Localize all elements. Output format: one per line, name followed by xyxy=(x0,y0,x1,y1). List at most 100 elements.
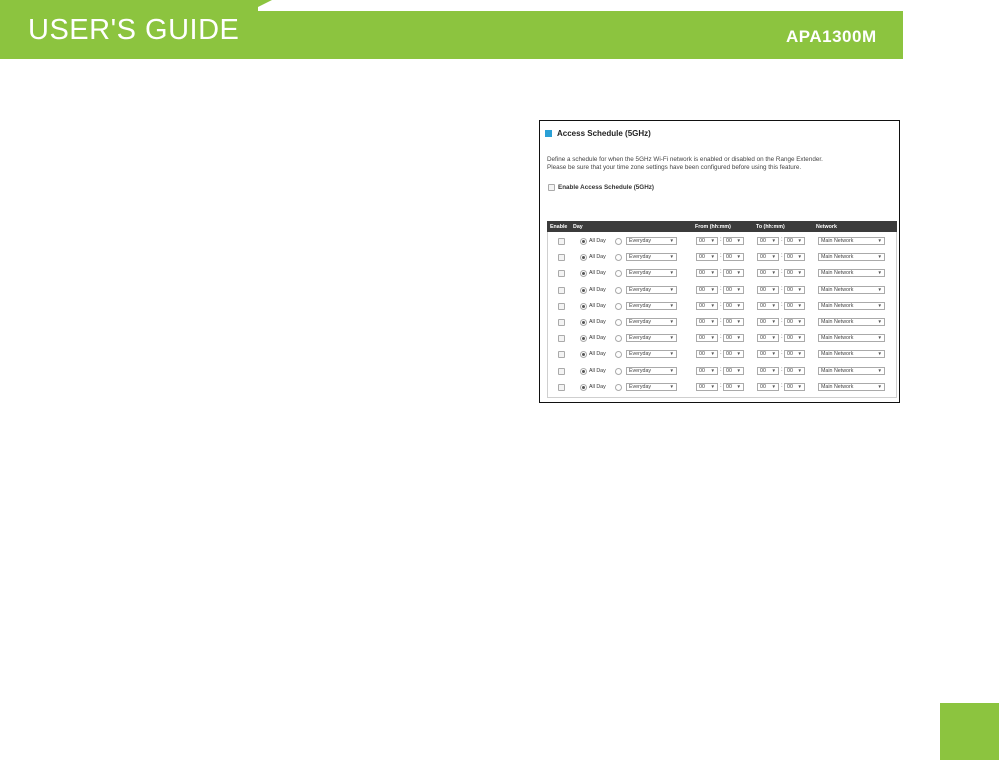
to-hour-select[interactable]: 00 ▼ xyxy=(757,350,779,359)
row-enable-checkbox[interactable] xyxy=(558,383,565,391)
to-hour-select[interactable]: 00 ▼ xyxy=(757,269,779,278)
day-select-radio[interactable] xyxy=(615,238,622,245)
day-select-radio[interactable] xyxy=(615,351,622,359)
network-select[interactable]: Main Network ▼ xyxy=(818,334,885,343)
day-select-radio[interactable] xyxy=(615,318,622,326)
all-day-radio[interactable] xyxy=(580,318,587,326)
all-day-radio[interactable] xyxy=(580,302,587,310)
from-minute-select[interactable]: 00 ▼ xyxy=(723,382,744,391)
chevron-down-icon: ▼ xyxy=(736,367,741,373)
day-select[interactable]: Everyday ▼ xyxy=(626,269,677,278)
to-minute-select[interactable]: 00 ▼ xyxy=(784,382,805,391)
day-select[interactable]: Everyday ▼ xyxy=(626,253,677,262)
row-enable-checkbox[interactable] xyxy=(558,335,565,343)
all-day-radio[interactable] xyxy=(580,270,587,278)
to-hour-select[interactable]: 00 ▼ xyxy=(757,237,779,245)
network-select[interactable]: Main Network ▼ xyxy=(818,253,885,262)
to-minute-select[interactable]: 00 ▼ xyxy=(784,253,805,262)
from-hour-select[interactable]: 00 ▼ xyxy=(696,301,718,310)
day-select-radio[interactable] xyxy=(615,254,622,262)
from-minute-value: 00 xyxy=(726,367,732,374)
network-select[interactable]: Main Network ▼ xyxy=(818,366,885,375)
day-select[interactable]: Everyday ▼ xyxy=(626,301,677,310)
chevron-down-icon: ▼ xyxy=(736,302,741,308)
to-minute-select[interactable]: 00 ▼ xyxy=(784,366,805,375)
to-hour-select[interactable]: 00 ▼ xyxy=(757,334,779,343)
from-minute-select[interactable]: 00 ▼ xyxy=(723,366,744,375)
from-minute-select[interactable]: 00 ▼ xyxy=(723,285,744,294)
to-hour-select[interactable]: 00 ▼ xyxy=(757,285,779,294)
day-select-radio[interactable] xyxy=(615,302,622,310)
from-hour-select[interactable]: 00 ▼ xyxy=(696,317,718,326)
chevron-down-icon: ▼ xyxy=(710,318,715,324)
from-hour-select[interactable]: 00 ▼ xyxy=(696,269,718,278)
row-enable-checkbox[interactable] xyxy=(558,270,565,278)
table-row: All Day Everyday ▼ 00 ▼ : 00 ▼ 00 ▼ : 00… xyxy=(548,250,896,266)
day-select[interactable]: Everyday ▼ xyxy=(626,366,677,375)
network-select[interactable]: Main Network ▼ xyxy=(818,285,885,294)
day-select[interactable]: Everyday ▼ xyxy=(626,350,677,359)
row-enable-checkbox[interactable] xyxy=(558,367,565,375)
to-minute-select[interactable]: 00 ▼ xyxy=(784,317,805,326)
row-enable-checkbox[interactable] xyxy=(558,302,565,310)
all-day-radio[interactable] xyxy=(580,254,587,262)
network-select[interactable]: Main Network ▼ xyxy=(818,269,885,278)
from-hour-select[interactable]: 00 ▼ xyxy=(696,382,718,391)
from-minute-select[interactable]: 00 ▼ xyxy=(723,253,744,262)
day-select-radio[interactable] xyxy=(615,383,622,391)
enable-access-schedule-checkbox[interactable] xyxy=(548,184,555,191)
all-day-radio[interactable] xyxy=(580,367,587,375)
row-enable-checkbox[interactable] xyxy=(558,318,565,326)
to-minute-select[interactable]: 00 ▼ xyxy=(784,334,805,343)
day-select[interactable]: Everyday ▼ xyxy=(626,237,677,245)
to-minute-select[interactable]: 00 ▼ xyxy=(784,237,805,245)
day-select[interactable]: Everyday ▼ xyxy=(626,334,677,343)
from-minute-select[interactable]: 00 ▼ xyxy=(723,301,744,310)
to-hour-select[interactable]: 00 ▼ xyxy=(757,382,779,391)
all-day-radio[interactable] xyxy=(580,351,587,359)
from-minute-value: 00 xyxy=(726,286,732,293)
to-hour-select[interactable]: 00 ▼ xyxy=(757,366,779,375)
from-minute-select[interactable]: 00 ▼ xyxy=(723,334,744,343)
from-minute-select[interactable]: 00 ▼ xyxy=(723,350,744,359)
day-select[interactable]: Everyday ▼ xyxy=(626,382,677,391)
all-day-radio[interactable] xyxy=(580,238,587,245)
to-minute-select[interactable]: 00 ▼ xyxy=(784,285,805,294)
day-select[interactable]: Everyday ▼ xyxy=(626,317,677,326)
network-value: Main Network xyxy=(821,302,854,309)
row-enable-checkbox[interactable] xyxy=(558,286,565,294)
from-hour-select[interactable]: 00 ▼ xyxy=(696,350,718,359)
network-select[interactable]: Main Network ▼ xyxy=(818,350,885,359)
network-select[interactable]: Main Network ▼ xyxy=(818,301,885,310)
to-hour-select[interactable]: 00 ▼ xyxy=(757,253,779,262)
to-hour-select[interactable]: 00 ▼ xyxy=(757,317,779,326)
from-hour-select[interactable]: 00 ▼ xyxy=(696,253,718,262)
all-day-radio[interactable] xyxy=(580,286,587,294)
day-select[interactable]: Everyday ▼ xyxy=(626,285,677,294)
from-minute-select[interactable]: 00 ▼ xyxy=(723,269,744,278)
all-day-radio[interactable] xyxy=(580,383,587,391)
from-minute-select[interactable]: 00 ▼ xyxy=(723,317,744,326)
network-select[interactable]: Main Network ▼ xyxy=(818,317,885,326)
network-select[interactable]: Main Network ▼ xyxy=(818,382,885,391)
day-select-radio[interactable] xyxy=(615,367,622,375)
to-minute-select[interactable]: 00 ▼ xyxy=(784,350,805,359)
header-network: Network xyxy=(816,224,837,230)
day-select-radio[interactable] xyxy=(615,335,622,343)
from-hour-select[interactable]: 00 ▼ xyxy=(696,334,718,343)
from-hour-select[interactable]: 00 ▼ xyxy=(696,366,718,375)
day-select-radio[interactable] xyxy=(615,286,622,294)
to-hour-select[interactable]: 00 ▼ xyxy=(757,301,779,310)
from-hour-select[interactable]: 00 ▼ xyxy=(696,237,718,245)
all-day-radio[interactable] xyxy=(580,335,587,343)
network-select[interactable]: Main Network ▼ xyxy=(818,237,885,245)
row-enable-checkbox[interactable] xyxy=(558,238,565,245)
row-enable-checkbox[interactable] xyxy=(558,254,565,262)
from-hour-select[interactable]: 00 ▼ xyxy=(696,285,718,294)
to-minute-select[interactable]: 00 ▼ xyxy=(784,269,805,278)
from-minute-select[interactable]: 00 ▼ xyxy=(723,237,744,245)
row-enable-checkbox[interactable] xyxy=(558,351,565,359)
to-minute-select[interactable]: 00 ▼ xyxy=(784,301,805,310)
page-corner-block xyxy=(940,703,999,760)
day-select-radio[interactable] xyxy=(615,270,622,278)
